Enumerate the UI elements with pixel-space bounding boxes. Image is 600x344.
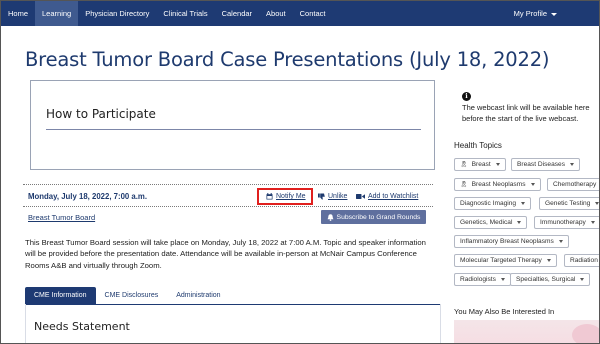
- divider-bottom: [23, 206, 433, 207]
- tag-radiologists[interactable]: Radiologists: [454, 273, 511, 286]
- recommended-image[interactable]: [454, 320, 599, 343]
- tag-label: Genetics, Medical: [460, 219, 513, 226]
- tag-label: Diagnostic Imaging: [460, 200, 517, 207]
- cme-panel: Needs Statement: [25, 304, 441, 343]
- chevron-down-icon: [530, 183, 535, 186]
- chevron-down-icon: [517, 221, 522, 224]
- nav-about[interactable]: About: [259, 1, 293, 26]
- my-profile-label: My Profile: [513, 9, 547, 18]
- chevron-down-icon: [500, 278, 505, 281]
- webcast-note-line2: before the start of the live webcast.: [462, 114, 579, 123]
- tag-molecular-targeted-therapy[interactable]: Molecular Targeted Therapy: [454, 254, 557, 267]
- tag-label: Chemotherapy: [553, 181, 597, 188]
- may-also-interested-title: You May Also Be Interested In: [454, 307, 555, 316]
- webcast-note-line1: The webcast link will be available here: [462, 103, 590, 112]
- webcast-note: The webcast link will be available here …: [462, 102, 599, 124]
- breast-tumor-board-link[interactable]: Breast Tumor Board: [28, 213, 95, 222]
- chevron-down-icon: [580, 278, 585, 281]
- chevron-down-icon: [590, 221, 595, 224]
- chevron-down-icon: [558, 240, 563, 243]
- page-title: Breast Tumor Board Case Presentations (J…: [25, 48, 550, 71]
- divider-top: [23, 184, 433, 185]
- my-profile-menu[interactable]: My Profile: [514, 1, 557, 26]
- needs-statement-heading: Needs Statement: [34, 320, 130, 333]
- tag-diagnostic-imaging[interactable]: Diagnostic Imaging: [454, 197, 532, 210]
- tag-label: Breast Diseases: [517, 161, 566, 168]
- tag-label: Breast Neoplasms: [471, 181, 526, 188]
- unlike-button[interactable]: Unlike: [318, 188, 347, 205]
- tab-cme-information[interactable]: CME Information: [25, 287, 96, 304]
- subscribe-grand-rounds-button[interactable]: Subscribe to Grand Rounds: [321, 210, 426, 224]
- tag-genetics-medical[interactable]: Genetics, Medical: [454, 216, 528, 229]
- calendar-icon: [266, 193, 273, 200]
- tag-label: Genetic Testing: [545, 200, 591, 207]
- tag-label: Inflammatory Breast Neoplasms: [460, 238, 554, 245]
- how-to-participate-panel: How to Participate: [30, 80, 435, 170]
- image-shape: [572, 324, 599, 343]
- how-to-participate-heading: How to Participate: [46, 107, 156, 121]
- top-navigation: Home Learning Physician Directory Clinic…: [1, 1, 599, 26]
- subscribe-label: Subscribe to Grand Rounds: [336, 213, 421, 221]
- tab-administration[interactable]: Administration: [167, 287, 229, 304]
- tag-specialties-surgical[interactable]: Specialties, Surgical: [510, 273, 591, 286]
- session-date: Monday, July 18, 2022, 7:00 a.m.: [28, 192, 148, 201]
- chevron-down-icon: [495, 163, 500, 166]
- health-topics-title: Health Topics: [454, 141, 502, 150]
- nav-clinical-trials[interactable]: Clinical Trials: [156, 1, 214, 26]
- tag-label: Breast: [471, 161, 491, 168]
- chevron-down-icon: [551, 12, 557, 16]
- notify-me-label: Notify Me: [276, 193, 306, 200]
- tag-label: Radiation: [570, 257, 598, 264]
- nav-calendar[interactable]: Calendar: [215, 1, 259, 26]
- add-to-watchlist-label: Add to Watchlist: [368, 193, 419, 200]
- chevron-down-icon: [521, 202, 526, 205]
- nav-contact[interactable]: Contact: [293, 1, 333, 26]
- tag-radiation[interactable]: Radiation: [564, 254, 599, 267]
- tag-genetic-testing[interactable]: Genetic Testing: [539, 197, 599, 210]
- info-icon: i: [462, 92, 471, 101]
- nav-physician-directory[interactable]: Physician Directory: [78, 1, 156, 26]
- nav-learning[interactable]: Learning: [35, 1, 79, 26]
- session-description: This Breast Tumor Board session will tak…: [25, 238, 426, 270]
- tag-breast-diseases[interactable]: Breast Diseases: [511, 158, 581, 171]
- tag-chemotherapy[interactable]: Chemotherapy: [547, 178, 599, 191]
- tag-breast[interactable]: 🎗 Breast: [454, 158, 506, 171]
- tag-label: Specialties, Surgical: [516, 276, 576, 283]
- tag-label: Immunotherapy: [540, 219, 586, 226]
- tab-cme-disclosures[interactable]: CME Disclosures: [96, 287, 168, 304]
- video-camera-icon: [356, 194, 365, 199]
- add-to-watchlist-button[interactable]: Add to Watchlist: [356, 188, 418, 205]
- nav-home[interactable]: Home: [1, 1, 35, 26]
- chevron-down-icon: [546, 259, 551, 262]
- thumbs-down-icon: [318, 193, 325, 200]
- tag-immunotherapy[interactable]: Immunotherapy: [534, 216, 599, 229]
- tag-label: Molecular Targeted Therapy: [460, 257, 542, 264]
- tag-inflammatory-breast-neoplasms[interactable]: Inflammatory Breast Neoplasms: [454, 235, 569, 248]
- tag-label: Radiologists: [460, 276, 496, 283]
- heading-divider: [46, 129, 421, 130]
- page-frame: Home Learning Physician Directory Clinic…: [0, 0, 600, 344]
- notify-me-button[interactable]: Notify Me: [257, 188, 313, 205]
- chevron-down-icon: [595, 202, 599, 205]
- unlike-label: Unlike: [328, 193, 348, 200]
- ribbon-icon: 🎗: [460, 182, 468, 188]
- chevron-down-icon: [570, 163, 575, 166]
- bell-icon: [327, 213, 333, 221]
- info-tabs: CME Information CME Disclosures Administ…: [25, 287, 230, 304]
- tag-breast-neoplasms[interactable]: 🎗 Breast Neoplasms: [454, 178, 541, 191]
- ribbon-icon: 🎗: [460, 162, 468, 168]
